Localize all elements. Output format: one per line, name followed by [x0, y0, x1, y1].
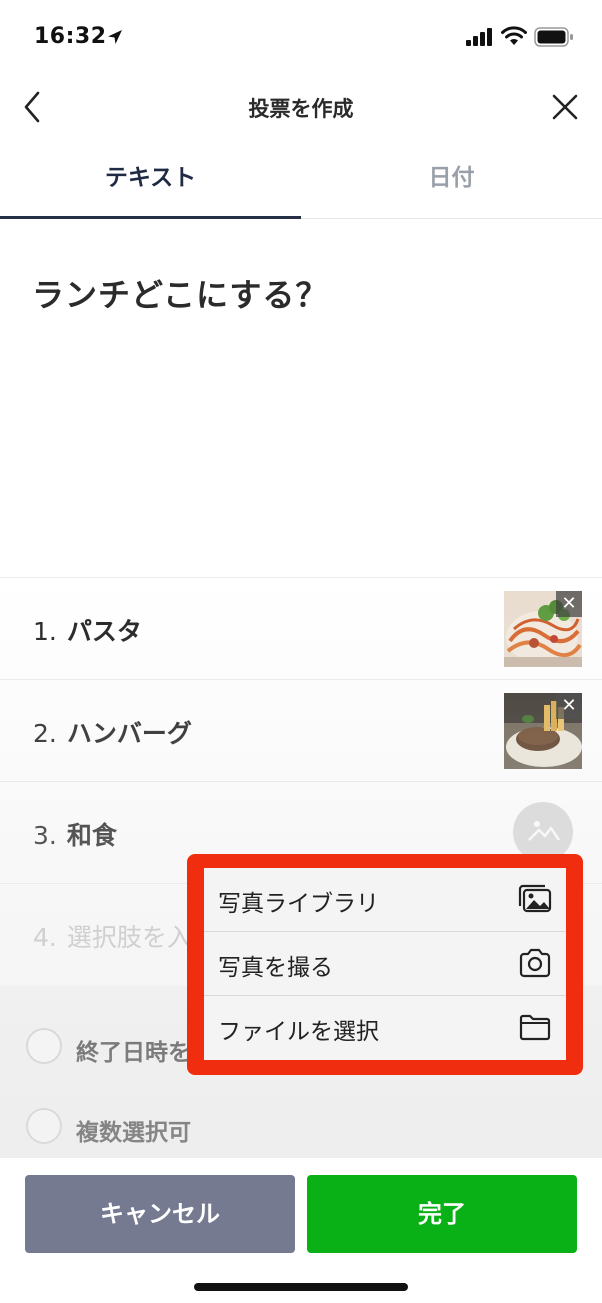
menu-item-take-photo[interactable]: 写真を撮る [204, 932, 566, 996]
multiple-choice-label: 複数選択可 [76, 1120, 191, 1146]
remove-image-button[interactable]: ✕ [556, 591, 582, 617]
close-icon[interactable] [552, 94, 578, 120]
option-label: ハンバーグ [66, 719, 192, 748]
page-title: 投票を作成 [248, 97, 354, 121]
home-indicator[interactable] [194, 1283, 408, 1291]
end-date-label: 終了日時を [76, 1040, 191, 1066]
signal-icon [466, 28, 492, 46]
photo-library-icon [518, 884, 552, 913]
image-source-menu: 写真ライブラリ 写真を撮る ファイルを選択 [204, 868, 566, 1060]
remove-image-button[interactable]: ✕ [556, 693, 582, 719]
status-time: 16:32 [34, 24, 107, 49]
option-number: 4. [33, 923, 57, 952]
option-number: 2. [33, 719, 57, 748]
question-input[interactable]: ランチどこにする？ [32, 270, 328, 316]
option-row-2[interactable]: 2. ハンバーグ ✕ [0, 679, 602, 781]
option-number: 1. [33, 617, 57, 646]
tab-text[interactable]: テキスト [0, 140, 301, 219]
footer: キャンセル 完了 [0, 1158, 602, 1303]
add-image-button[interactable] [513, 802, 573, 862]
tab-date[interactable]: 日付 [301, 140, 602, 219]
hamburg-photo-thumbnail[interactable]: ✕ [504, 693, 582, 769]
option-number: 3. [33, 821, 57, 850]
option-label: パスタ [66, 617, 142, 646]
menu-item-label: 写真ライブラリ [218, 891, 379, 917]
folder-icon [519, 1014, 551, 1041]
cancel-button[interactable]: キャンセル [25, 1175, 295, 1253]
navbar: 投票を作成 [0, 76, 602, 138]
location-arrow-icon [108, 30, 122, 44]
battery-icon [534, 27, 573, 47]
image-icon [528, 821, 560, 841]
menu-item-label: ファイルを選択 [218, 1019, 379, 1045]
multiple-choice-checkbox[interactable] [26, 1108, 62, 1144]
done-button[interactable]: 完了 [307, 1175, 577, 1253]
menu-item-photo-library[interactable]: 写真ライブラリ [204, 868, 566, 932]
menu-item-choose-file[interactable]: ファイルを選択 [204, 996, 566, 1060]
wifi-icon [501, 26, 527, 45]
tab-bar: テキスト 日付 [0, 140, 602, 219]
option-placeholder: 選択肢を入 [66, 923, 192, 952]
option-row-1[interactable]: 1. パスタ ✕ [0, 577, 602, 679]
end-date-checkbox[interactable] [26, 1028, 62, 1064]
pasta-photo-thumbnail[interactable]: ✕ [504, 591, 582, 667]
camera-icon [519, 948, 551, 978]
option-label: 和食 [66, 821, 117, 850]
status-bar: 16:32 [0, 0, 602, 76]
menu-item-label: 写真を撮る [218, 955, 333, 981]
